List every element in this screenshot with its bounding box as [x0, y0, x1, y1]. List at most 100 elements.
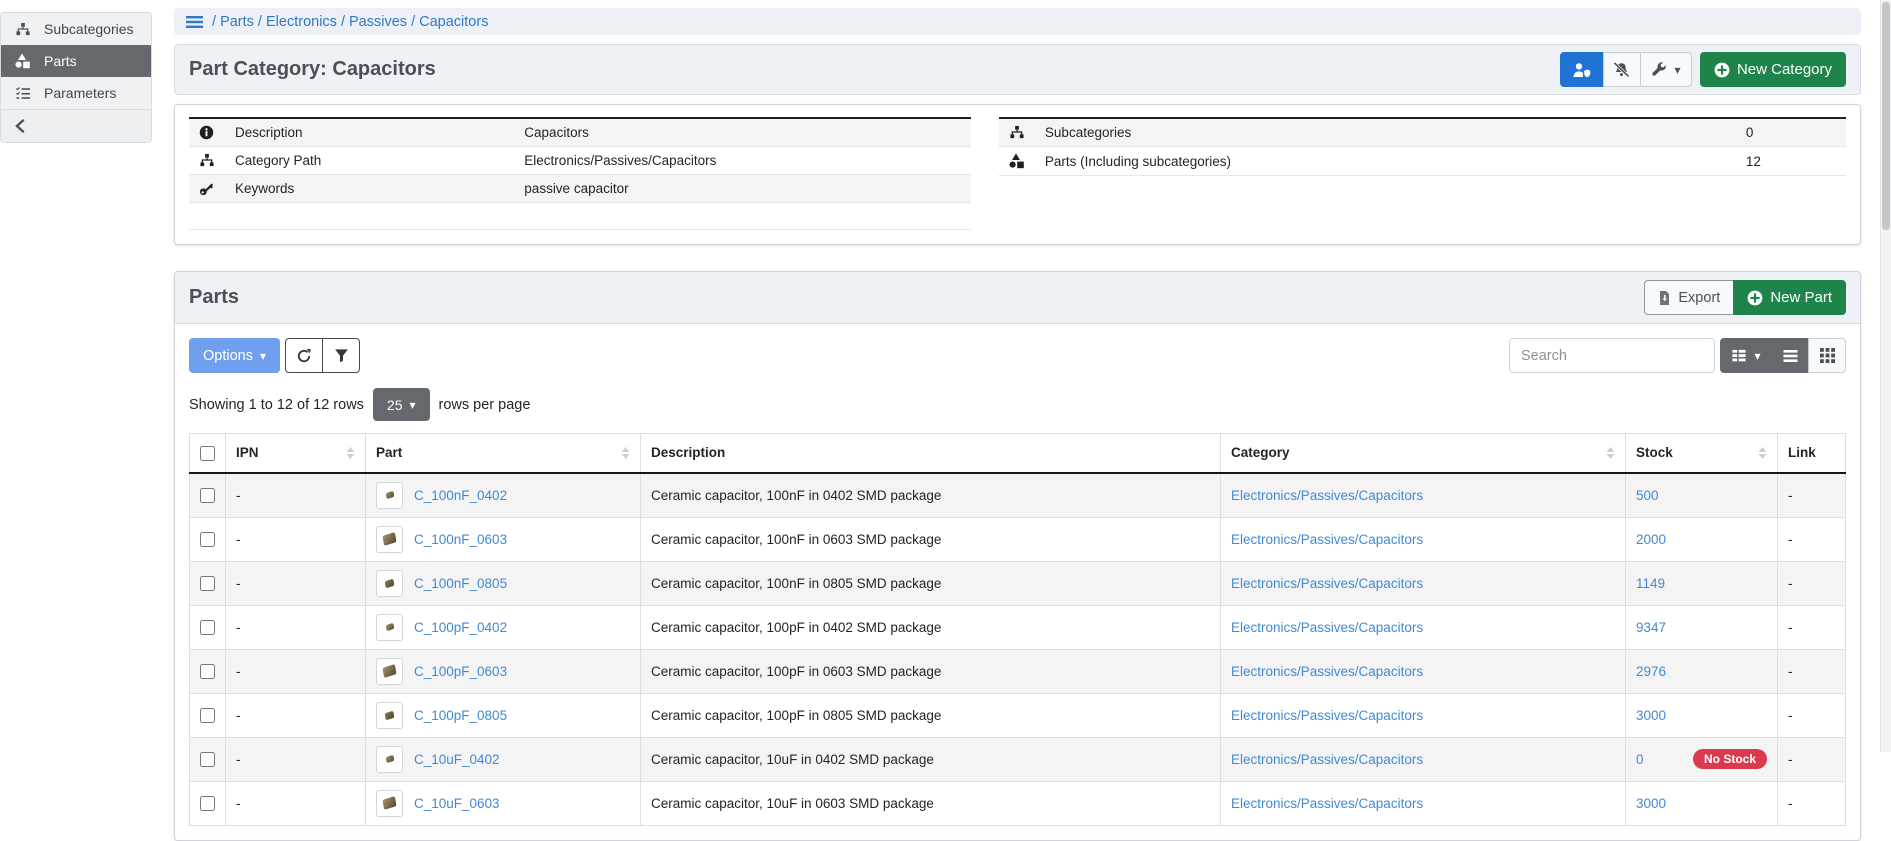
search-input[interactable]	[1509, 338, 1715, 373]
category-actions-menu-button[interactable]: ▾	[1640, 52, 1692, 87]
refresh-button[interactable]	[285, 338, 323, 373]
select-all-checkbox[interactable]	[200, 446, 215, 461]
column-header-description: Description	[641, 434, 1221, 473]
row-checkbox[interactable]	[200, 620, 215, 635]
link-cell: -	[1778, 737, 1846, 781]
row-checkbox[interactable]	[200, 796, 215, 811]
part-thumbnail[interactable]	[376, 658, 403, 685]
capacitor-image	[385, 491, 394, 499]
stock-link[interactable]: 0	[1636, 752, 1644, 767]
sidebar-item-parts[interactable]: Parts	[1, 45, 151, 77]
stock-link[interactable]: 1149	[1636, 576, 1665, 591]
part-link[interactable]: C_10uF_0603	[414, 796, 500, 811]
category-details-card: DescriptionCapacitorsCategory PathElectr…	[174, 104, 1861, 245]
breadcrumb-link-capacitors[interactable]: Capacitors	[419, 14, 488, 30]
options-dropdown-button[interactable]: Options ▾	[189, 338, 280, 373]
detail-row: Subcategories0	[999, 118, 1846, 147]
part-thumbnail[interactable]	[376, 746, 403, 773]
part-link[interactable]: C_100pF_0402	[414, 620, 507, 635]
part-link[interactable]: C_10uF_0402	[414, 752, 500, 767]
new-category-button[interactable]: New Category	[1700, 52, 1846, 87]
notifications-off-button[interactable]	[1603, 52, 1641, 87]
stock-link[interactable]: 3000	[1636, 796, 1666, 811]
columns-dropdown-button[interactable]: ▾	[1720, 338, 1772, 373]
new-part-button[interactable]: New Part	[1733, 280, 1846, 315]
columns-icon	[1731, 348, 1747, 363]
page-scrollbar[interactable]	[1880, 0, 1891, 752]
row-checkbox[interactable]	[200, 664, 215, 679]
part-thumbnail[interactable]	[376, 482, 403, 509]
stock-link[interactable]: 3000	[1636, 708, 1666, 723]
stock-link[interactable]: 2976	[1636, 664, 1666, 679]
capacitor-image	[385, 711, 395, 721]
part-link[interactable]: C_100nF_0603	[414, 532, 507, 547]
row-checkbox[interactable]	[200, 576, 215, 591]
part-link[interactable]: C_100pF_0603	[414, 664, 507, 679]
row-checkbox[interactable]	[200, 488, 215, 503]
sidebar-collapse-button[interactable]	[1, 109, 151, 142]
category-link[interactable]: Electronics/Passives/Capacitors	[1231, 532, 1423, 547]
table-row: -C_100pF_0603Ceramic capacitor, 100pF in…	[190, 649, 1846, 693]
stock-link[interactable]: 500	[1636, 488, 1659, 503]
stock-link[interactable]: 9347	[1636, 620, 1666, 635]
grid-view-button[interactable]	[1808, 338, 1846, 373]
category-link[interactable]: Electronics/Passives/Capacitors	[1231, 708, 1423, 723]
parts-table: IPNPartDescriptionCategoryStockLink -C_1…	[189, 433, 1846, 826]
row-checkbox[interactable]	[200, 708, 215, 723]
pagination-info: Showing 1 to 12 of 12 rows 25 ▾ rows per…	[189, 388, 1846, 421]
breadcrumb-link-parts[interactable]: Parts	[220, 14, 254, 30]
category-link[interactable]: Electronics/Passives/Capacitors	[1231, 664, 1423, 679]
row-checkbox[interactable]	[200, 532, 215, 547]
subscribe-category-button[interactable]	[1560, 52, 1604, 87]
breadcrumb-link-electronics[interactable]: Electronics	[266, 14, 337, 30]
filter-button[interactable]	[322, 338, 360, 373]
detail-label: Description	[225, 118, 514, 147]
breadcrumb-link-passives[interactable]: Passives	[349, 14, 407, 30]
scrollbar-thumb[interactable]	[1882, 2, 1890, 230]
category-details-table: DescriptionCapacitorsCategory PathElectr…	[189, 117, 971, 230]
category-link[interactable]: Electronics/Passives/Capacitors	[1231, 620, 1423, 635]
category-link[interactable]: Electronics/Passives/Capacitors	[1231, 752, 1423, 767]
parts-panel: Parts Export New Part Opt	[174, 271, 1861, 841]
detail-row: Keywordspassive capacitor	[189, 175, 971, 203]
description-cell: Ceramic capacitor, 10uF in 0603 SMD pack…	[641, 781, 1221, 825]
part-thumbnail[interactable]	[376, 614, 403, 641]
detail-value	[514, 203, 971, 230]
list-check-icon	[14, 85, 31, 101]
category-link[interactable]: Electronics/Passives/Capacitors	[1231, 796, 1423, 811]
table-toolbar: Options ▾	[189, 338, 1846, 373]
export-button[interactable]: Export	[1644, 280, 1734, 315]
menu-icon[interactable]	[186, 15, 203, 29]
stock-link[interactable]: 2000	[1636, 532, 1666, 547]
part-thumbnail[interactable]	[376, 702, 403, 729]
part-thumbnail[interactable]	[376, 790, 403, 817]
page-size-dropdown[interactable]: 25 ▾	[373, 388, 430, 421]
detail-label	[225, 203, 514, 230]
column-header-stock[interactable]: Stock	[1626, 434, 1778, 473]
category-link[interactable]: Electronics/Passives/Capacitors	[1231, 488, 1423, 503]
table-row: -C_100pF_0402Ceramic capacitor, 100pF in…	[190, 605, 1846, 649]
column-header-ipn[interactable]: IPN	[226, 434, 366, 473]
sidebar-item-parameters[interactable]: Parameters	[1, 77, 151, 109]
column-header-category[interactable]: Category	[1221, 434, 1626, 473]
info-circle-icon	[199, 125, 215, 140]
part-thumbnail[interactable]	[376, 526, 403, 553]
detail-row: Category PathElectronics/Passives/Capaci…	[189, 147, 971, 175]
part-link[interactable]: C_100nF_0402	[414, 488, 507, 503]
part-link[interactable]: C_100pF_0805	[414, 708, 507, 723]
list-view-button[interactable]	[1771, 338, 1809, 373]
sort-icon	[1758, 447, 1767, 459]
row-checkbox[interactable]	[200, 752, 215, 767]
sidebar-item-subcategories[interactable]: Subcategories	[1, 13, 151, 45]
column-header-part[interactable]: Part	[366, 434, 641, 473]
plus-circle-icon	[1747, 290, 1763, 306]
sort-icon	[1606, 447, 1615, 459]
part-thumbnail[interactable]	[376, 570, 403, 597]
part-link[interactable]: C_100nF_0805	[414, 576, 507, 591]
sidebar-item-label: Parts	[44, 53, 77, 69]
table-row: -C_100nF_0603Ceramic capacitor, 100nF in…	[190, 517, 1846, 561]
file-export-icon	[1658, 290, 1671, 306]
caret-down-icon: ▾	[1674, 64, 1680, 76]
category-link[interactable]: Electronics/Passives/Capacitors	[1231, 576, 1423, 591]
chevron-left-icon	[14, 119, 138, 133]
